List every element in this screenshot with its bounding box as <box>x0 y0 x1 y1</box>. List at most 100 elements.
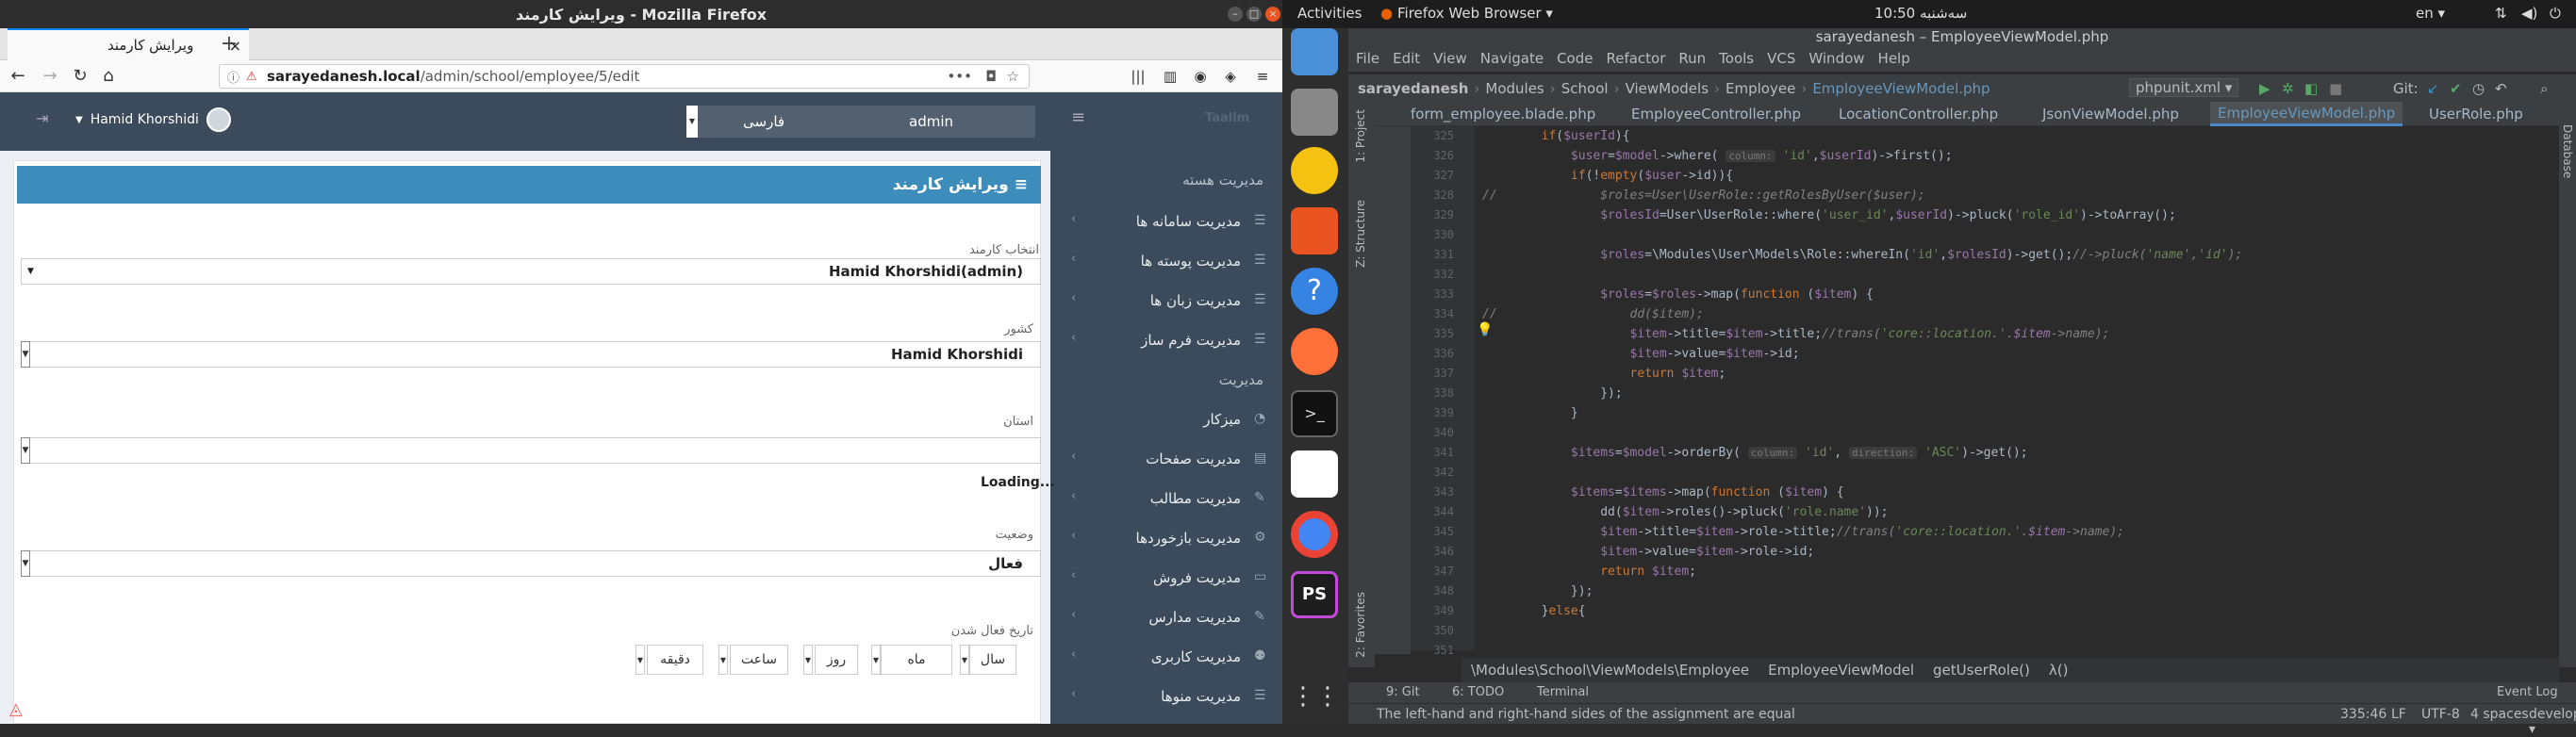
country-select[interactable]: Hamid Khorshidi <box>21 341 1041 368</box>
sidebar-item-form-builder[interactable]: ‹ مدیریت فرم ساز ☰ <box>1050 320 1282 360</box>
code-line[interactable]: $rolesId=User\UserRole::where('user_id',… <box>1482 205 2176 225</box>
extension-icon[interactable]: ◈ <box>1218 64 1243 89</box>
language-farsi[interactable]: فارسی <box>743 113 784 130</box>
menu-vcs[interactable]: VCS <box>1767 50 1795 67</box>
crumb-employee[interactable]: Employee <box>1726 80 1795 97</box>
code-crumb-class[interactable]: EmployeeViewModel <box>1768 662 1914 679</box>
code-line[interactable]: $user=$model->where( column: 'id',$userI… <box>1482 146 1953 166</box>
code-line[interactable]: }); <box>1482 581 1593 601</box>
minimize-button[interactable]: – <box>1228 7 1243 22</box>
country-dropdown-icon[interactable]: ▼ <box>21 341 30 368</box>
text-editor-icon[interactable] <box>1291 450 1338 498</box>
close-window-button[interactable]: × <box>1265 7 1280 22</box>
minute-dropdown-icon[interactable]: ▼ <box>636 645 645 675</box>
menu-hamburger-icon[interactable]: ≡ <box>1250 64 1275 89</box>
menu-edit[interactable]: Edit <box>1393 50 1420 67</box>
tab-employee-controller[interactable]: EmployeeController.php <box>1624 102 1808 126</box>
event-log-button[interactable]: Event Log <box>2497 685 2558 699</box>
git-branch[interactable]: develop ▾ <box>2529 707 2576 737</box>
git-commit-icon[interactable]: ✔ <box>2450 80 2462 97</box>
sidebar-item-sales[interactable]: ‹ مدیریت فروش ▭ <box>1050 558 1282 598</box>
tab-employee-viewmodel[interactable]: EmployeeViewModel.php <box>2210 102 2403 126</box>
menu-refactor[interactable]: Refactor <box>1606 50 1665 67</box>
project-tool-button[interactable]: 1: Project <box>1354 109 1367 163</box>
bookmark-star-icon[interactable]: ☆ <box>1007 68 1019 85</box>
code-line[interactable]: return $item; <box>1482 364 1726 384</box>
province-select[interactable] <box>21 437 1041 464</box>
help-icon[interactable]: ? <box>1291 268 1338 315</box>
code-editor[interactable]: if($userId){ $user=$model->where( column… <box>1475 126 2559 650</box>
code-line[interactable]: }else{ <box>1482 601 1586 621</box>
code-line[interactable]: $item->value=$item->role->id; <box>1482 542 1814 562</box>
month-dropdown-icon[interactable]: ▼ <box>871 645 881 675</box>
line-separator[interactable]: LF <box>2391 707 2406 722</box>
tab-form-employee[interactable]: form_employee.blade.php <box>1403 102 1603 126</box>
run-config-select[interactable]: phpunit.xml ▾ <box>2129 78 2239 97</box>
sidebar-item-systems[interactable]: ‹ مدیریت سامانه ها ☰ <box>1050 202 1282 241</box>
menu-navigate[interactable]: Navigate <box>1480 50 1544 67</box>
menu-file[interactable]: File <box>1356 50 1379 67</box>
code-crumb-namespace[interactable]: \Modules\School\ViewModels\Employee <box>1471 662 1749 679</box>
phpstorm-icon[interactable]: PS <box>1291 571 1338 618</box>
code-line[interactable]: $roles=\Modules\User\Models\Role::whereI… <box>1482 245 2242 265</box>
home-icon[interactable]: ⌂ <box>96 64 121 89</box>
employee-select[interactable]: Hamid Khorshidi(admin) ▼ <box>21 258 1041 285</box>
sidebar-item-schools[interactable]: ‹ مدیریت مدارس ✎ <box>1050 598 1282 637</box>
debug-icon[interactable]: ✲ <box>2282 80 2294 97</box>
cursor-position[interactable]: 335:46 <box>2340 707 2386 722</box>
account-icon[interactable]: ◉ <box>1188 64 1213 89</box>
sidebar-item-dashboard[interactable]: میزکار ◔ <box>1050 400 1282 439</box>
sidebar-item-feedback[interactable]: ‹ مدیریت بازخوردها ⚙ <box>1050 518 1282 558</box>
terminal-tool-button[interactable]: Terminal <box>1537 685 1589 699</box>
code-line[interactable]: return $item; <box>1482 562 1696 581</box>
back-icon[interactable]: ← <box>6 64 30 89</box>
sidebar-toggle-icon[interactable]: ≡ <box>1071 107 1085 127</box>
code-line[interactable]: } <box>1482 403 1578 423</box>
month-select[interactable]: ماه <box>881 645 952 675</box>
url-bar[interactable]: ⓘ ⚠ sarayedanesh.local/admin/school/empl… <box>219 64 1030 89</box>
git-update-icon[interactable]: ↙ <box>2427 80 2439 97</box>
maximize-button[interactable]: □ <box>1247 7 1262 22</box>
hour-dropdown-icon[interactable]: ▼ <box>718 645 728 675</box>
crumb-project[interactable]: sarayedanesh <box>1358 80 1468 97</box>
keyboard-layout[interactable]: en ▾ <box>2416 5 2445 22</box>
reload-icon[interactable]: ↻ <box>68 64 92 89</box>
menu-window[interactable]: Window <box>1808 50 1864 67</box>
code-line[interactable]: // $roles=User\UserRole::getRolesByUser(… <box>1482 186 1925 205</box>
code-line[interactable]: $item->title=$item->role->title;//trans(… <box>1482 522 2124 542</box>
tab-location-controller[interactable]: LocationController.php <box>1831 102 2006 126</box>
file-encoding[interactable]: UTF-8 <box>2421 707 2460 722</box>
sidebar-item-articles[interactable]: ‹ مدیریت مطالب ✎ <box>1050 479 1282 518</box>
sidebar-item-users[interactable]: ‹ مدیریت کاربری ⚉ <box>1050 637 1282 677</box>
code-line[interactable]: $item->value=$item->id; <box>1482 344 1800 364</box>
language-select[interactable]: ▼ <box>686 106 698 138</box>
menu-help[interactable]: Help <box>1878 50 1910 67</box>
intention-bulb-icon[interactable]: 💡 <box>1477 322 1493 337</box>
structure-tool-button[interactable]: Z: Structure <box>1354 200 1367 268</box>
page-actions-icon[interactable]: ••• <box>947 68 972 85</box>
clock[interactable]: سه‌شنبه 10:50 <box>1874 5 1967 22</box>
user-menu[interactable]: ▼ Hamid Khorshidi <box>75 107 231 132</box>
indent-setting[interactable]: 4 spaces <box>2470 707 2529 722</box>
menu-run[interactable]: Run <box>1678 50 1706 67</box>
code-line[interactable]: // dd($item); <box>1482 304 1704 324</box>
code-line[interactable]: $items=$items->map(function ($item) { <box>1482 483 1844 502</box>
sidebar-toggle-icon[interactable]: ▥ <box>1158 64 1182 89</box>
run-icon[interactable]: ▶ <box>2259 80 2271 97</box>
code-line[interactable]: dd($item->roles()->pluck('role.name')); <box>1482 502 1888 522</box>
crumb-school[interactable]: School <box>1561 80 1609 97</box>
forward-icon[interactable]: → <box>38 64 62 89</box>
network-icon[interactable]: ⇅ <box>2495 5 2507 22</box>
province-dropdown-icon[interactable]: ▼ <box>21 437 30 464</box>
chrome-icon[interactable] <box>1291 511 1338 558</box>
terminal-icon[interactable]: >_ <box>1291 390 1338 437</box>
code-line[interactable]: if(!empty($user->id)){ <box>1482 166 1733 186</box>
todo-tool-button[interactable]: 6: TODO <box>1452 685 1504 699</box>
menu-tools[interactable]: Tools <box>1719 50 1754 67</box>
show-apps-icon[interactable]: ⋮⋮ <box>1291 673 1340 720</box>
code-line[interactable]: }); <box>1482 384 1623 403</box>
code-line[interactable]: $roles=$roles->map(function ($item) { <box>1482 285 1874 304</box>
sidebar-item-themes[interactable]: ‹ مدیریت پوسته ها ☰ <box>1050 241 1282 281</box>
power-icon[interactable]: ⏻ <box>2550 5 2561 22</box>
status-dropdown-icon[interactable]: ▼ <box>21 550 30 577</box>
